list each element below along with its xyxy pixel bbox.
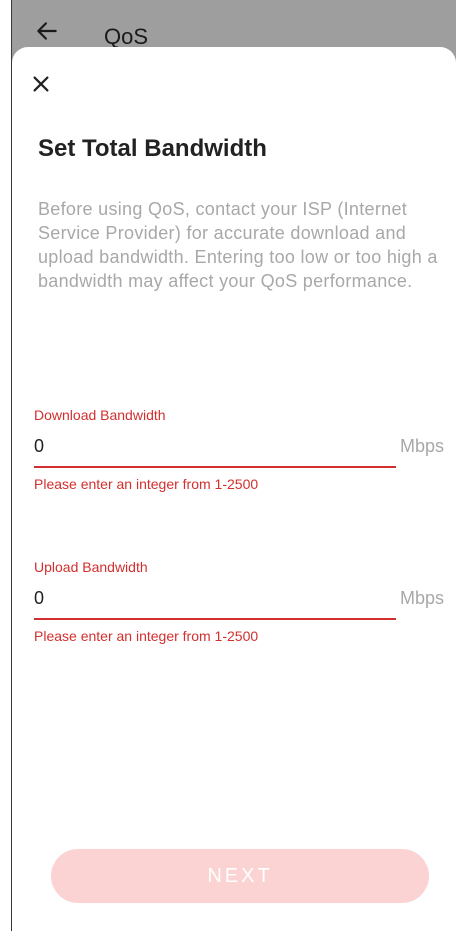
download-bandwidth-underline: [34, 466, 396, 468]
screen: QoS Set Total Bandwidth Before using QoS…: [0, 0, 456, 931]
download-bandwidth-input[interactable]: [34, 435, 394, 457]
upload-bandwidth-unit: Mbps: [399, 588, 444, 608]
download-bandwidth-unit: Mbps: [399, 436, 444, 456]
upload-bandwidth-label: Upload Bandwidth: [34, 559, 148, 575]
upload-bandwidth-underline: [34, 618, 396, 620]
close-icon[interactable]: [30, 73, 52, 95]
upload-bandwidth-error: Please enter an integer from 1-2500: [34, 628, 259, 644]
bandwidth-bottom-sheet: Set Total Bandwidth Before using QoS, co…: [12, 47, 456, 931]
download-bandwidth-label: Download Bandwidth: [34, 407, 166, 423]
sheet-description: Before using QoS, contact your ISP (Inte…: [38, 199, 438, 291]
window-edge: [0, 0, 12, 931]
upload-bandwidth-input[interactable]: [34, 587, 394, 609]
arrow-left-icon[interactable]: [34, 18, 60, 44]
sheet-title: Set Total Bandwidth: [38, 135, 267, 162]
next-button[interactable]: NEXT: [51, 849, 429, 903]
download-bandwidth-error: Please enter an integer from 1-2500: [34, 476, 259, 492]
